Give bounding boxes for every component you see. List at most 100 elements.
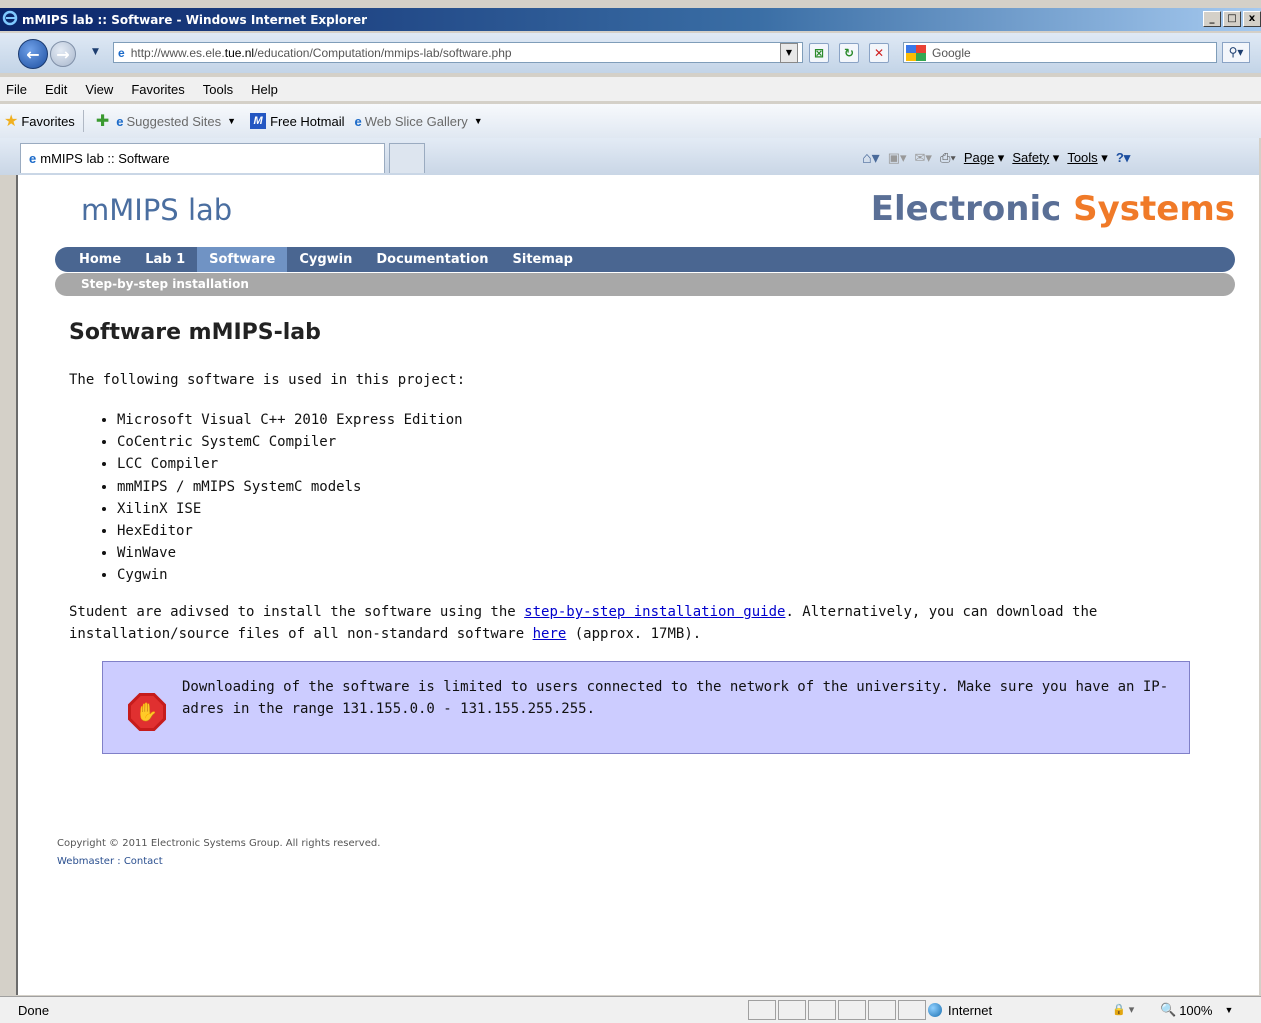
sub-navigation: Step-by-step installation	[55, 273, 1235, 296]
webmaster-link[interactable]: Webmaster	[57, 856, 114, 867]
menu-edit[interactable]: Edit	[45, 82, 67, 97]
nav-documentation[interactable]: Documentation	[364, 247, 500, 272]
add-to-favorites-button[interactable]: ✚	[96, 111, 112, 131]
read-mail-icon[interactable]: ✉▾	[915, 150, 932, 166]
search-button[interactable]: ⚲▾	[1222, 42, 1250, 63]
favorites-label: Favorites	[21, 113, 75, 129]
zone-label: Internet	[948, 1002, 993, 1018]
back-button[interactable]: ←	[18, 39, 48, 69]
nav-sitemap[interactable]: Sitemap	[501, 247, 585, 272]
chevron-down-icon: ▼	[473, 116, 483, 126]
tab-title: mMIPS lab :: Software	[40, 151, 170, 166]
download-here-link[interactable]: here	[533, 626, 567, 642]
installation-guide-link[interactable]: step-by-step installation guide	[524, 604, 785, 620]
favorites-divider	[82, 110, 84, 132]
status-cell	[808, 1000, 836, 1020]
favorites-button[interactable]: ★ Favorites	[4, 111, 75, 131]
suggested-sites-link[interactable]: e Suggested Sites ▼	[116, 114, 236, 129]
help-icon[interactable]: ?▾	[1116, 150, 1130, 166]
menu-view[interactable]: View	[85, 82, 113, 97]
chevron-down-icon: ▼	[1224, 1005, 1234, 1015]
main-navigation: Home Lab 1 Software Cygwin Documentation…	[55, 247, 1235, 272]
list-item: CoCentric SystemC Compiler	[117, 431, 463, 453]
globe-icon	[928, 1003, 942, 1017]
subnav-step-by-step[interactable]: Step-by-step installation	[81, 277, 249, 291]
web-slice-gallery-label: Web Slice Gallery	[364, 113, 468, 129]
close-window-button[interactable]: x	[1243, 11, 1261, 27]
tab-current[interactable]: e mMIPS lab :: Software	[20, 143, 385, 173]
web-slice-gallery-link[interactable]: e Web Slice Gallery ▼	[354, 114, 482, 129]
print-icon[interactable]: ⎙▾	[940, 150, 956, 166]
history-dropdown-icon[interactable]: ▼	[92, 47, 99, 57]
list-item: HexEditor	[117, 520, 463, 542]
security-zone[interactable]: Internet	[928, 1000, 992, 1020]
status-cell	[898, 1000, 926, 1020]
page-title: Software mMIPS-lab	[69, 320, 321, 345]
page-footer: Copyright © 2011 Electronic Systems Grou…	[57, 835, 380, 871]
minimize-button[interactable]: _	[1203, 11, 1221, 27]
status-cell	[748, 1000, 776, 1020]
suggested-sites-label: Suggested Sites	[126, 113, 222, 129]
menu-help[interactable]: Help	[251, 82, 278, 97]
safety-menu[interactable]: Safety ▾	[1012, 150, 1059, 166]
maximize-button[interactable]: □	[1223, 11, 1241, 27]
tab-row: e mMIPS lab :: Software ⌂▾ ▣▾ ✉▾ ⎙▾ Page…	[0, 138, 1261, 175]
list-item: Microsoft Visual C++ 2010 Express Editio…	[117, 409, 463, 431]
compatibility-view-icon[interactable]: ⊠	[809, 43, 829, 63]
ie-page-icon: e	[116, 113, 124, 129]
protected-mode-icon[interactable]: 🔒 ▾	[1112, 1000, 1154, 1020]
footer-separator: :	[114, 856, 124, 867]
list-item: XilinX ISE	[117, 498, 463, 520]
favorites-bar: ★ Favorites ✚ e Suggested Sites ▼ M Free…	[0, 104, 1261, 138]
forward-button[interactable]: →	[50, 41, 76, 67]
stop-hand-icon: ✋	[128, 693, 166, 731]
status-cell	[868, 1000, 896, 1020]
home-icon[interactable]: ⌂▾	[862, 148, 880, 168]
list-item: LCC Compiler	[117, 453, 463, 475]
free-hotmail-label: Free Hotmail	[270, 113, 345, 129]
url-domain: tue.nl	[224, 45, 255, 60]
refresh-icon[interactable]: ↻	[839, 43, 859, 63]
ie-page-icon: e	[29, 151, 37, 166]
brand-logo: Electronic Systems	[870, 189, 1235, 229]
status-cell	[838, 1000, 866, 1020]
page-viewport: mMIPS lab Electronic Systems Home Lab 1 …	[16, 175, 1261, 995]
window-title-bar[interactable]: mMIPS lab :: Software - Windows Internet…	[0, 8, 1261, 31]
nav-home[interactable]: Home	[67, 247, 133, 272]
stop-icon[interactable]: ✕	[869, 43, 889, 63]
address-bar[interactable]: e http://www.es.ele. tue.nl/education/Com…	[113, 42, 803, 63]
menu-tools[interactable]: Tools	[203, 82, 233, 97]
page-icon: e	[118, 45, 125, 60]
nav-cygwin[interactable]: Cygwin	[287, 247, 364, 272]
list-item: WinWave	[117, 542, 463, 564]
new-tab-button[interactable]	[389, 143, 425, 173]
nav-lab-1[interactable]: Lab 1	[133, 247, 197, 272]
software-list: Microsoft Visual C++ 2010 Express Editio…	[99, 409, 463, 587]
address-dropdown-icon[interactable]: ▼	[780, 43, 798, 63]
google-logo-icon	[906, 44, 926, 61]
notice-text: Downloading of the software is limited t…	[182, 679, 1169, 717]
free-hotmail-link[interactable]: M Free Hotmail	[250, 113, 344, 129]
nav-software[interactable]: Software	[197, 247, 288, 272]
contact-link[interactable]: Contact	[124, 856, 163, 867]
install-paragraph: Student are adivsed to install the softw…	[69, 604, 1098, 642]
star-icon: ★	[4, 113, 19, 130]
feeds-icon[interactable]: ▣▾	[888, 150, 907, 166]
menu-favorites[interactable]: Favorites	[131, 82, 184, 97]
hotmail-icon: M	[250, 113, 267, 129]
ie-page-icon: e	[354, 113, 362, 129]
zoom-control[interactable]: 🔍 100% ▼	[1160, 1002, 1233, 1018]
url-prefix: http://www.es.ele.	[130, 45, 225, 60]
menu-bar: File Edit View Favorites Tools Help	[0, 77, 1261, 101]
add-favorite-icon: ✚	[95, 113, 110, 130]
copyright-text: Copyright © 2011 Electronic Systems Grou…	[57, 838, 381, 849]
site-title: mMIPS lab	[81, 193, 233, 227]
zoom-level: 100%	[1179, 1002, 1213, 1018]
restriction-notice: ✋ Downloading of the software is limited…	[102, 661, 1190, 754]
menu-file[interactable]: File	[6, 82, 27, 97]
tools-menu[interactable]: Tools ▾	[1067, 150, 1108, 166]
page-menu[interactable]: Page ▾	[964, 150, 1005, 166]
list-item: mmMIPS / mMIPS SystemC models	[117, 476, 463, 498]
search-input[interactable]: Google	[903, 42, 1217, 63]
ie-logo-icon	[2, 10, 18, 29]
